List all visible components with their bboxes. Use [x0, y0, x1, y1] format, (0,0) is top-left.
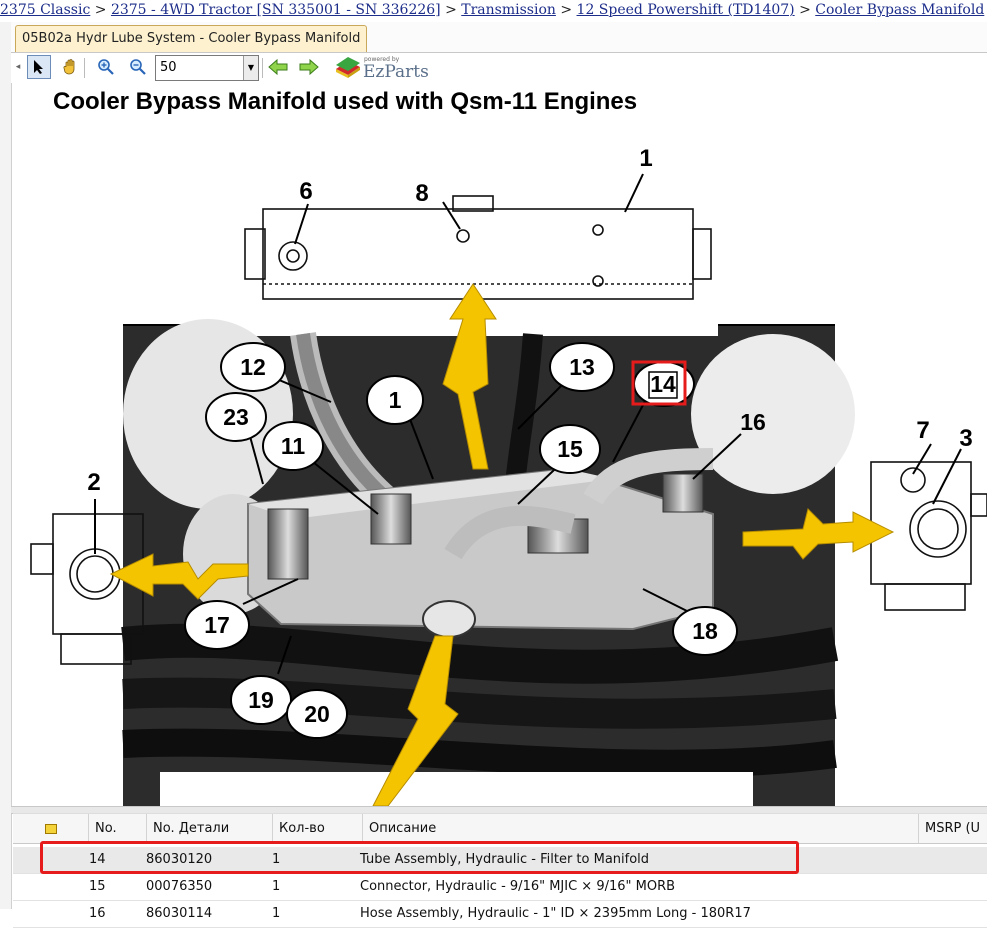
callout-6[interactable]: 6	[299, 178, 312, 205]
callout-20[interactable]: 20	[304, 701, 330, 727]
callout-23[interactable]: 23	[223, 404, 249, 430]
arrow-pointer-icon[interactable]	[27, 55, 51, 79]
zoom-level-input[interactable]	[156, 56, 248, 79]
callout-1-top[interactable]: 1	[639, 145, 652, 172]
port-view-3	[870, 461, 987, 611]
breadcrumb-separator: >	[445, 2, 457, 18]
callout-16[interactable]: 16	[740, 409, 766, 435]
ezparts-books-icon	[336, 57, 360, 78]
breadcrumb-separator: >	[799, 2, 811, 18]
cell-no: 14	[89, 852, 106, 867]
parts-table: No. No. Детали Кол-во Описание MSRP (U 1…	[13, 813, 987, 928]
zoom-out-icon[interactable]	[126, 55, 150, 79]
tab-bar: 05B02a Hydr Lube System - Cooler Bypass …	[11, 22, 987, 53]
cell-qty: 1	[272, 906, 281, 921]
breadcrumb: 2375 Classic > 2375 - 4WD Tractor [SN 33…	[0, 0, 987, 20]
cell-no: 16	[89, 906, 106, 921]
col-no[interactable]: No.	[89, 814, 147, 843]
callout-1-photo[interactable]: 1	[389, 387, 402, 413]
forward-arrow-icon[interactable]	[297, 55, 321, 79]
breadcrumb-transmission[interactable]: Transmission	[461, 2, 556, 18]
ezparts-logo: powered by EzParts	[334, 55, 429, 83]
ezparts-brand: EzParts	[363, 62, 429, 82]
callout-2[interactable]: 2	[87, 469, 100, 496]
cell-qty: 1	[272, 852, 281, 867]
cell-desc: Connector, Hydraulic - 9/16" MJIC × 9/16…	[360, 879, 676, 894]
callout-18[interactable]: 18	[692, 618, 718, 644]
scroll-left-icon[interactable]: ◂	[13, 55, 23, 79]
col-part-number[interactable]: No. Детали	[147, 814, 273, 843]
cell-no: 15	[89, 879, 106, 894]
callout-11[interactable]: 11	[281, 433, 306, 459]
callout-12[interactable]: 12	[240, 354, 266, 380]
note-icon	[44, 823, 57, 834]
manifold-top-view	[244, 195, 712, 300]
breadcrumb-cooler-bypass[interactable]: Cooler Bypass Manifold	[815, 2, 984, 18]
cell-part: 00076350	[146, 879, 213, 894]
zoom-in-icon[interactable]	[94, 55, 118, 79]
breadcrumb-separator: >	[560, 2, 573, 18]
callout-3[interactable]: 3	[959, 425, 972, 452]
cell-qty: 1	[272, 879, 281, 894]
breadcrumb-tractor[interactable]: 2375 - 4WD Tractor [SN 335001 - SN 33622…	[111, 2, 441, 18]
table-row[interactable]: 15 00076350 1 Connector, Hydraulic - 9/1…	[13, 874, 987, 901]
cell-part: 86030120	[146, 852, 213, 867]
callout-15[interactable]: 15	[557, 436, 583, 462]
table-row[interactable]: 16 86030114 1 Hose Assembly, Hydraulic -…	[13, 901, 987, 928]
table-header: No. No. Детали Кол-во Описание MSRP (U	[13, 813, 987, 844]
col-qty[interactable]: Кол-во	[273, 814, 363, 843]
note-icon-column[interactable]	[13, 814, 89, 843]
zoom-level-select[interactable]: ▼	[155, 55, 259, 81]
chevron-down-icon[interactable]: ▼	[243, 56, 258, 80]
left-collapse-bar[interactable]	[0, 22, 12, 909]
col-msrp[interactable]: MSRP (U	[919, 814, 987, 843]
table-row[interactable]: 14 86030120 1 Tube Assembly, Hydraulic -…	[13, 847, 987, 874]
callout-7[interactable]: 7	[916, 417, 929, 444]
breadcrumb-classic[interactable]: 2375 Classic	[0, 2, 90, 18]
pan-hand-icon[interactable]	[59, 55, 83, 79]
callout-14[interactable]: 14	[650, 371, 676, 397]
cell-part: 86030114	[146, 906, 213, 921]
diagram-canvas: 1 2 3 6 7 8 12 13 14 1 23 11 15 16 17 18…	[30, 145, 987, 806]
callout-17[interactable]: 17	[204, 612, 230, 638]
tab-cooler-bypass-manifold[interactable]: 05B02a Hydr Lube System - Cooler Bypass …	[15, 25, 368, 52]
cell-desc: Tube Assembly, Hydraulic - Filter to Man…	[360, 852, 650, 867]
breadcrumb-powershift[interactable]: 12 Speed Powershift (TD1407)	[577, 2, 795, 18]
back-arrow-icon[interactable]	[266, 55, 290, 79]
callout-13[interactable]: 13	[569, 354, 595, 380]
parts-drawing[interactable]: Cooler Bypass Manifold used with Qsm-11 …	[13, 84, 987, 806]
cell-desc: Hose Assembly, Hydraulic - 1" ID × 2395m…	[360, 906, 751, 921]
breadcrumb-separator: >	[94, 2, 107, 18]
photo-region	[121, 319, 855, 806]
callout-19[interactable]: 19	[248, 687, 274, 713]
col-description[interactable]: Описание	[363, 814, 919, 843]
callout-8[interactable]: 8	[415, 180, 428, 207]
